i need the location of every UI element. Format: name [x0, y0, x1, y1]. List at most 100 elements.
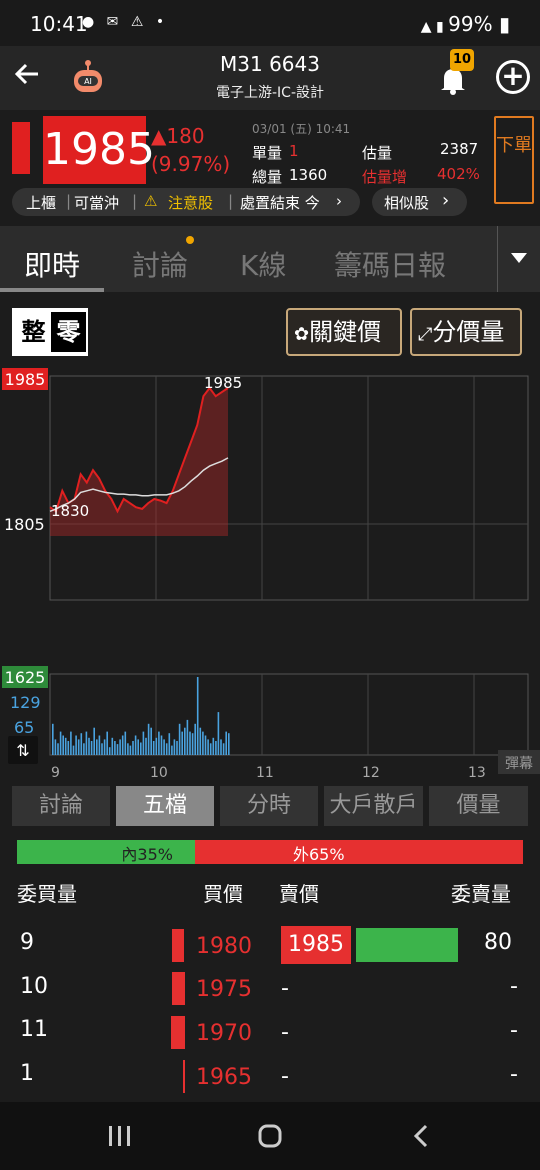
volume-bar [137, 739, 139, 755]
bid-price[interactable]: 1975 [196, 977, 252, 1002]
expand-icon: ⤢ [418, 324, 433, 345]
system-nav-bar [0, 1102, 540, 1170]
battery-percent: 99% [448, 12, 493, 36]
inner-ratio: 內35% [17, 840, 195, 864]
stock-tags[interactable]: 上櫃 | 可當沖 | ⚠ 注意股 | 處置結束 今 › [12, 188, 360, 216]
bid-price[interactable]: 1980 [196, 934, 252, 959]
bid-vol: 1 [20, 1061, 34, 1086]
ask-price[interactable]: - [281, 1020, 289, 1045]
volume-bar [57, 743, 59, 755]
volume-bar [83, 743, 85, 755]
chevron-down-icon [511, 253, 527, 263]
est-inc-label: 估量增 [362, 168, 408, 186]
chevron-right-icon: › [336, 192, 342, 210]
up-indicator [12, 122, 30, 174]
ask-vol: - [510, 1062, 518, 1087]
volume-bar [93, 727, 95, 755]
y-min-label: 1805 [4, 515, 45, 534]
bid-price[interactable]: 1970 [196, 1021, 252, 1046]
volume-bar [160, 735, 163, 755]
back-nav-icon[interactable] [410, 1124, 434, 1148]
volume-bar [220, 739, 222, 755]
ask-vol: 80 [484, 930, 512, 955]
ask-price[interactable]: 1985 [281, 926, 351, 964]
notification-badge: 10 [450, 49, 474, 71]
subtab-discussion[interactable]: 討論 [12, 786, 110, 826]
volume-bar [127, 743, 129, 755]
intraday-chart[interactable]: 1985 1805 1985 1830 1625 129 65 ⇅ 9 10 11 12 13 彈幕 [0, 364, 540, 782]
volume-bar [184, 727, 186, 755]
x-tick-label: 9 [51, 765, 60, 781]
volume-bar [171, 745, 173, 755]
price-volume-button[interactable]: ⤢分價量 [410, 308, 522, 356]
volume-bar [90, 741, 93, 755]
price-change-pct: (9.97%) [151, 152, 231, 176]
similar-stocks-button[interactable]: 相似股 › [372, 188, 467, 216]
volume-bar [140, 742, 142, 755]
status-time: 10:41 [30, 12, 88, 36]
volume-bar [134, 735, 137, 755]
tab-kline[interactable]: K線 [240, 244, 286, 284]
volume-bar [202, 731, 204, 755]
high-label: 1985 [204, 374, 242, 392]
volume-bar [59, 731, 62, 755]
volume-bar [155, 737, 158, 755]
bid-price[interactable]: 1965 [196, 1065, 252, 1090]
ask-vol: - [510, 1018, 518, 1043]
volume-bar [54, 739, 57, 755]
volume-bar [80, 733, 83, 755]
est-vol: 2387 [440, 140, 479, 158]
volume-bar [85, 731, 88, 755]
volume-bar [111, 737, 114, 755]
volume-bar [225, 731, 227, 755]
tab-realtime[interactable]: 即時 [24, 244, 80, 284]
volume-bar [204, 735, 207, 755]
vol-max-label: 1625 [5, 668, 46, 687]
volume-bar [168, 733, 171, 755]
volume-bar [165, 743, 168, 755]
volume-bar [75, 735, 77, 755]
order-button-label: 下單 [496, 135, 532, 156]
bid-bar [171, 1016, 185, 1049]
subtab-price-volume[interactable]: 價量 [429, 786, 528, 826]
volume-bar [228, 733, 230, 755]
outer-ratio: 外65% [195, 840, 523, 864]
volume-bar [121, 735, 124, 755]
danmu-label: 彈幕 [505, 756, 533, 772]
vol-low-label: 65 [14, 718, 34, 737]
tab-chip-report[interactable]: 籌碼日報 [334, 244, 446, 284]
tabs-dropdown[interactable] [497, 226, 540, 292]
odd-lot-toggle[interactable]: 整 零 [12, 308, 88, 356]
subtab-time-sales[interactable]: 分時 [220, 786, 318, 826]
ask-vol-header: 委賣量 [451, 882, 511, 906]
home-icon[interactable] [256, 1124, 284, 1148]
x-tick-label: 11 [256, 765, 274, 781]
ask-price[interactable]: - [281, 976, 289, 1001]
volume-bar [186, 719, 189, 755]
tag-disposal: 處置結束 今 [240, 194, 320, 212]
bid-vol-header: 委買量 [17, 882, 77, 906]
volume-bar [152, 741, 155, 755]
vol-mid-label: 129 [10, 693, 41, 712]
add-icon[interactable]: + [496, 60, 530, 94]
tag-daytrade: 可當沖 [74, 194, 120, 212]
recent-apps-icon[interactable] [106, 1124, 134, 1148]
key-price-button[interactable]: ✿關鍵價 [286, 308, 402, 356]
ask-price[interactable]: - [281, 1064, 289, 1089]
subtab-five-levels[interactable]: 五檔 [116, 786, 214, 826]
volume-bar [96, 739, 98, 755]
volume-bar [67, 741, 70, 755]
volume-bar [106, 731, 108, 755]
subtab-big-small[interactable]: 大戶散戶 [324, 786, 423, 826]
volume-bar [215, 741, 217, 755]
order-book: 內35% 外65% 委買量 買價 賣價 委賣量 9 1980 1985 80 1… [0, 826, 540, 1102]
est-vol-label: 估量 [362, 144, 393, 162]
volume-bar [62, 735, 64, 755]
volume-bar [199, 727, 202, 755]
ask-bar [356, 928, 458, 962]
order-button[interactable]: 下單 [494, 116, 534, 204]
current-price: 1985 [43, 116, 155, 184]
tab-discussion[interactable]: 討論 [132, 244, 188, 284]
x-tick-label: 13 [468, 765, 486, 781]
bid-price-header: 買價 [203, 882, 243, 906]
